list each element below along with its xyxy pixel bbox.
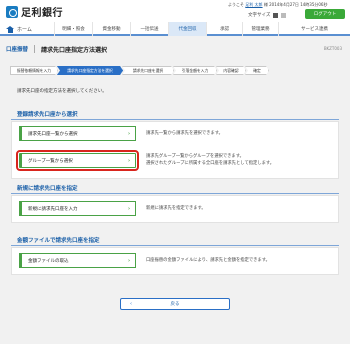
- header: 足利銀行 ようこそ 足利 太郎 様 2014年4月27日 14時35分06秒 文…: [0, 0, 350, 22]
- nav-service[interactable]: サービス連携: [278, 22, 350, 36]
- bank-logo-mark-icon: [6, 5, 18, 18]
- option-description-line: 選択されたグループに所属する全口座を請求先として指定します。: [146, 161, 275, 166]
- option-description-line: 請求先グループ一覧からグループを選択できます。: [146, 154, 244, 159]
- nav-service-label: サービス連携: [301, 27, 328, 32]
- select-from-account-list-button[interactable]: 請求先口座一覧から選択 ›: [19, 126, 136, 141]
- chevron-left-icon: ‹: [130, 301, 132, 307]
- option-description: 請求先一覧から請求先を選択できます。: [146, 130, 223, 137]
- section-divider: [11, 245, 339, 246]
- nav-admin[interactable]: 管理業務: [242, 22, 278, 36]
- logout-label: ログアウト: [313, 12, 337, 17]
- login-timestamp: 様 2014年4月27日 14時35分06秒: [263, 2, 328, 7]
- option-description-line: 請求先一覧から請求先を選択できます。: [146, 131, 223, 136]
- bank-logo: 足利銀行: [6, 4, 63, 19]
- section-heading-registered: 登録請求先口座から選択: [17, 112, 78, 118]
- screen-code: BKZT003: [323, 46, 342, 51]
- step-2: 請求先口座指定方法を選択: [57, 66, 123, 75]
- chevron-right-icon: ›: [127, 158, 130, 164]
- nav-collection-label: 代金回収: [178, 27, 197, 32]
- option-description-line: 新規に請求先を指定できます。: [146, 206, 206, 211]
- import-amount-file-label: 金額ファイルの取込: [28, 258, 69, 264]
- nav-transfer-label: 資金移動: [102, 27, 121, 32]
- instruction-text: 請求先口座の指定方法を選択してください。: [17, 89, 107, 94]
- import-amount-file-button[interactable]: 金額ファイルの取込 ›: [19, 253, 136, 268]
- font-size-large-button[interactable]: [281, 12, 287, 18]
- nav-inquiry-label: 明細・照会: [62, 27, 85, 32]
- font-size-label: 文字サイズ: [248, 13, 271, 18]
- logout-button[interactable]: ログアウト: [305, 9, 345, 19]
- select-from-account-list-label: 請求先口座一覧から選択: [28, 131, 78, 137]
- back-button[interactable]: ‹ 戻る: [120, 298, 230, 310]
- nav-batch-label: 一括伝送: [140, 27, 159, 32]
- chevron-right-icon: ›: [127, 206, 130, 212]
- nav-approval-label: 承認: [220, 27, 229, 32]
- chevron-right-icon: ›: [127, 258, 130, 264]
- step-2-label: 請求先口座指定方法を選択: [67, 67, 113, 73]
- font-size-small-button[interactable]: [273, 12, 279, 18]
- nav-inquiry[interactable]: 明細・照会: [54, 22, 92, 36]
- section-heading-amount-file: 金額ファイルで請求先口座を指定: [17, 238, 100, 244]
- step-5-label: 内容確認: [223, 67, 239, 73]
- global-nav: ホーム 明細・照会 資金移動 一括伝送 代金回収 承認 管理業務 サービス連携: [0, 22, 350, 36]
- enter-new-account-button[interactable]: 新規に請求先口座を入力 ›: [19, 201, 136, 216]
- step-4: 引落金額を入力: [173, 66, 217, 75]
- page-title-bar: 口座振替 請求先口座指定方法選択 BKZT003: [6, 44, 344, 54]
- nav-transfer[interactable]: 資金移動: [92, 22, 130, 36]
- page-title: 請求先口座指定方法選択: [41, 46, 108, 54]
- option-description: 新規に請求先を指定できます。: [146, 205, 206, 212]
- select-from-group-list-button[interactable]: グループ一覧から選択 ›: [16, 150, 139, 171]
- chevron-right-icon: ›: [127, 131, 130, 137]
- step-6-label: 確定: [253, 67, 261, 73]
- option-description: 口座振替の金額ファイルにより、請求先と金額を指定できます。: [146, 257, 270, 264]
- back-label: 戻る: [170, 302, 180, 307]
- section-divider: [11, 119, 339, 120]
- nav-admin-label: 管理業務: [251, 27, 270, 32]
- bank-name: 足利銀行: [21, 8, 63, 19]
- option-description: 請求先グループ一覧からグループを選択できます。 選択されたグループに所属する全口…: [146, 153, 274, 167]
- page-category: 口座振替: [6, 45, 36, 53]
- nav-home[interactable]: ホーム: [0, 22, 54, 36]
- section-heading-new: 新規に請求先口座を指定: [17, 186, 78, 192]
- user-prefix: ようこそ: [228, 2, 244, 7]
- enter-new-account-label: 新規に請求先口座を入力: [28, 206, 78, 212]
- nav-approval[interactable]: 承認: [206, 22, 242, 36]
- nav-home-label: ホーム: [17, 26, 32, 33]
- step-1: 振替依頼情報を入力: [10, 66, 58, 75]
- user-name-link[interactable]: 足利 太郎: [245, 2, 262, 7]
- home-icon: [6, 25, 14, 33]
- step-5: 内容確認: [216, 66, 246, 75]
- step-3-label: 請求先口座を選択: [132, 67, 164, 73]
- nav-collection[interactable]: 代金回収: [168, 22, 206, 36]
- select-from-group-list-label: グループ一覧から選択: [28, 158, 73, 164]
- section-divider: [11, 193, 339, 194]
- step-4-label: 引落金額を入力: [181, 67, 209, 73]
- step-1-label: 振替依頼情報を入力: [16, 67, 52, 73]
- font-size-switcher: 文字サイズ: [248, 12, 287, 18]
- step-6: 確定: [245, 66, 269, 75]
- nav-batch[interactable]: 一括伝送: [130, 22, 168, 36]
- step-3: 請求先口座を選択: [122, 66, 174, 75]
- option-description-line: 口座振替の金額ファイルにより、請求先と金額を指定できます。: [146, 258, 270, 263]
- user-info: ようこそ 足利 太郎 様 2014年4月27日 14時35分06秒: [228, 2, 327, 8]
- step-indicator: 振替依頼情報を入力 請求先口座指定方法を選択 請求先口座を選択 引落金額を入力 …: [10, 66, 268, 75]
